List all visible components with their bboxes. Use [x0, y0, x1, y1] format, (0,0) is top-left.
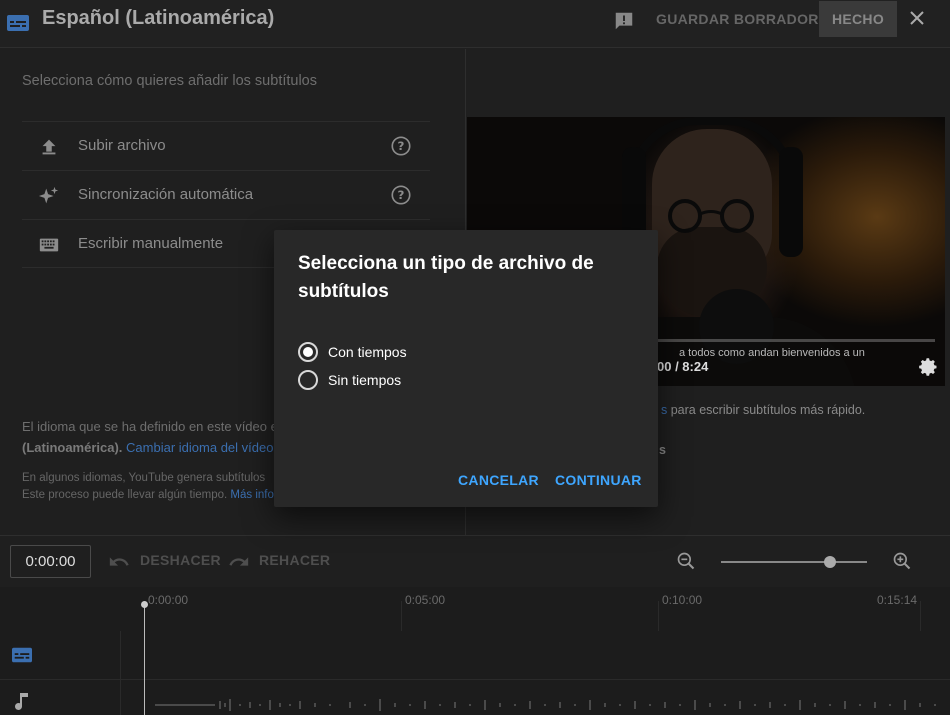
radio-button[interactable]	[298, 370, 318, 390]
radio-without-timing[interactable]: Sin tiempos	[298, 369, 401, 391]
radio-label: Sin tiempos	[328, 372, 402, 388]
continue-button[interactable]: CONTINUAR	[555, 472, 642, 488]
dialog-title: Selecciona un tipo de archivo de subtítu…	[298, 253, 594, 302]
radio-button-selected[interactable]	[298, 342, 318, 362]
radio-label: Con tiempos	[328, 344, 407, 360]
file-type-dialog: Selecciona un tipo de archivo de subtítu…	[274, 230, 658, 507]
cancel-button[interactable]: CANCELAR	[458, 472, 539, 488]
radio-with-timing[interactable]: Con tiempos	[298, 341, 407, 363]
